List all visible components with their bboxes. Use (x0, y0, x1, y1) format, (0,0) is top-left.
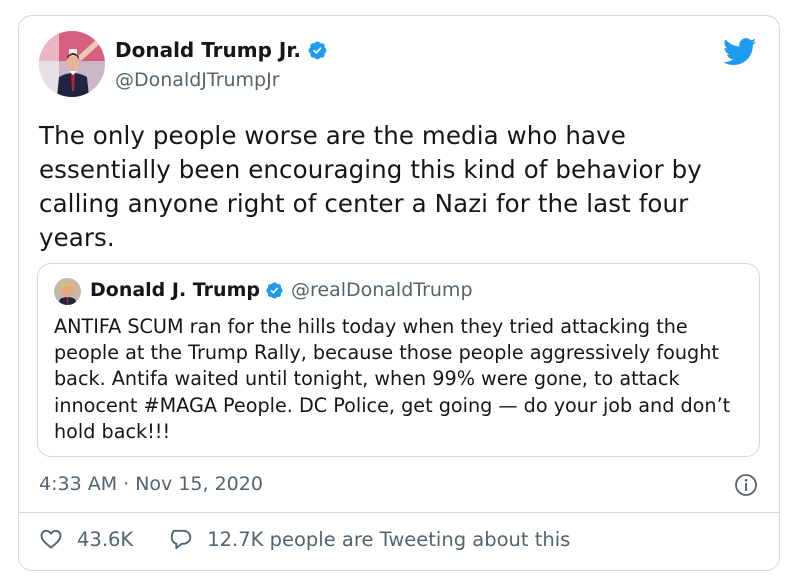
author-name[interactable]: Donald Trump Jr. (115, 38, 328, 62)
author-avatar[interactable] (39, 31, 105, 97)
quoted-tweet[interactable]: Donald J. Trump @realDonaldTrump ANTIFA … (37, 263, 760, 457)
info-icon[interactable] (734, 473, 758, 497)
quoted-author-handle[interactable]: @realDonaldTrump (291, 279, 473, 301)
verified-badge-icon (265, 281, 284, 300)
quoted-tweet-text: ANTIFA SCUM ran for the hills today when… (54, 315, 731, 443)
conversation-text: 12.7K people are Tweeting about this (207, 527, 571, 551)
tweet-actions: 43.6K 12.7K people are Tweeting about th… (39, 527, 570, 551)
like-button[interactable]: 43.6K (39, 527, 133, 551)
twitter-bird-icon[interactable] (723, 38, 757, 66)
tweet-card[interactable]: Donald Trump Jr. @DonaldJTrumpJr The onl… (18, 15, 780, 571)
speech-bubble-icon (170, 529, 192, 549)
quoted-author-avatar[interactable] (54, 278, 81, 305)
conversation-button[interactable]: 12.7K people are Tweeting about this (169, 527, 570, 551)
author-name-text[interactable]: Donald Trump Jr. (115, 38, 301, 62)
divider (19, 512, 779, 513)
tweet-timestamp[interactable]: 4:33 AM · Nov 15, 2020 (39, 473, 263, 495)
author-handle[interactable]: @DonaldJTrumpJr (115, 69, 280, 91)
tweet-text: The only people worse are the media who … (39, 121, 702, 252)
quoted-tweet-header: Donald J. Trump @realDonaldTrump (90, 279, 473, 301)
quoted-author-name[interactable]: Donald J. Trump (90, 279, 260, 301)
verified-badge-icon (307, 40, 328, 61)
like-count: 43.6K (77, 527, 134, 551)
heart-icon (40, 529, 62, 549)
